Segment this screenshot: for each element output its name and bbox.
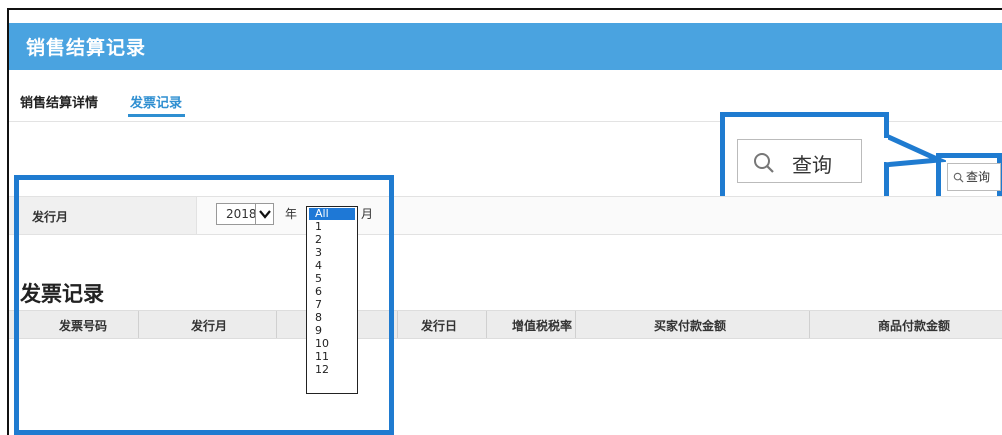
column-divider [486,311,487,338]
month-option[interactable]: 4 [309,260,355,272]
month-option[interactable]: 6 [309,286,355,298]
tab-sales-settlement-details[interactable]: 销售结算详情 [20,92,98,111]
search-icon [953,172,964,183]
query-button-zoomed: 查询 [737,139,862,183]
query-button[interactable]: 查询 [941,157,1001,197]
query-label: 查询 [966,170,991,184]
column-header-issue-date: 发行日 [420,319,457,333]
month-dropdown-list[interactable]: All 1 2 3 4 5 6 7 8 9 10 11 12 [306,206,358,394]
query-button-face[interactable]: 查询 [947,163,1001,191]
column-header-product-payment: 商品付款金额 [877,319,950,333]
month-option[interactable]: 11 [309,351,355,363]
page-header: 销售结算记录 [9,23,1002,70]
month-option[interactable]: 5 [309,273,355,285]
column-divider [397,311,398,338]
column-header-buyer-payment: 买家付款金额 [653,319,726,333]
month-option[interactable]: 1 [309,221,355,233]
screenshot-frame-top [7,8,1002,10]
month-option[interactable]: 10 [309,338,355,350]
active-tab-indicator [128,114,185,117]
month-option[interactable]: 3 [309,247,355,259]
search-icon [754,153,774,173]
month-option[interactable]: 2 [309,234,355,246]
column-header-vat-rate: 增值税税率 [511,319,572,333]
page-title: 销售结算记录 [26,37,147,59]
month-option[interactable]: 12 [309,364,355,376]
query-label-zoomed: 查询 [792,153,832,177]
column-divider [575,311,576,338]
tab-invoice-records[interactable]: 发票记录 [130,92,182,111]
month-option[interactable]: All [309,208,355,220]
month-option[interactable]: 7 [309,299,355,311]
month-option[interactable]: 8 [309,312,355,324]
month-option[interactable]: 9 [309,325,355,337]
column-divider [809,311,810,338]
